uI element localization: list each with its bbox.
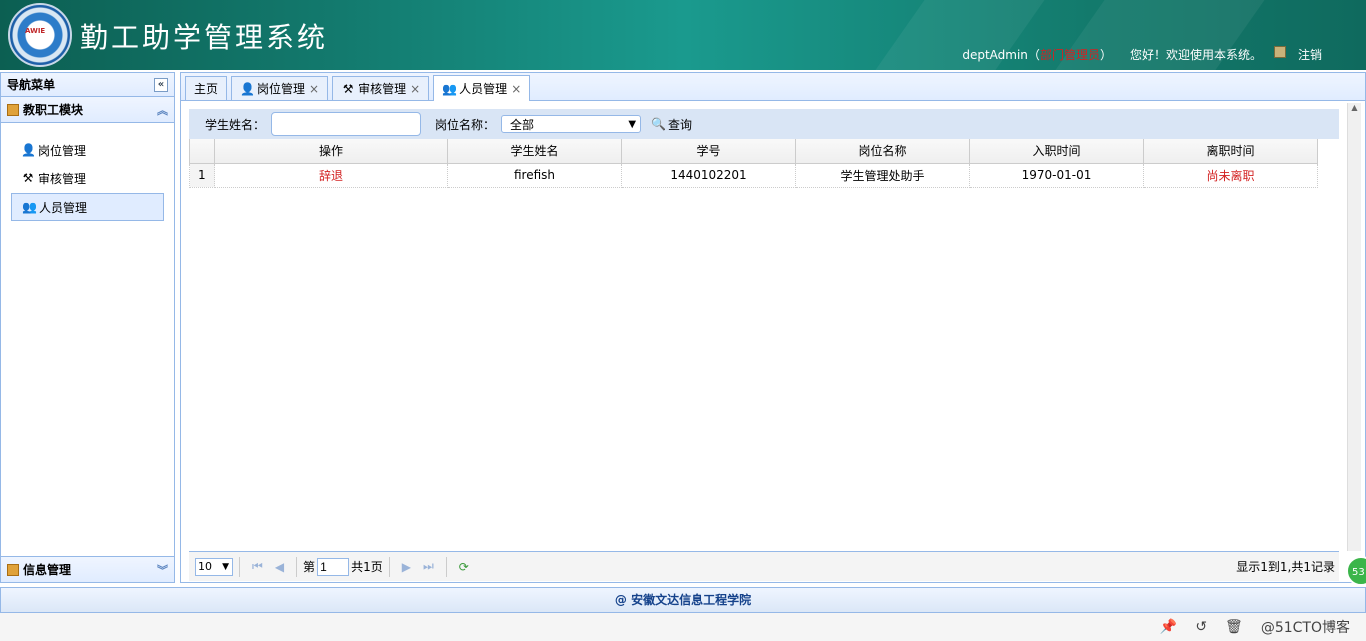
- post-name-select[interactable]: 全部 ▼: [501, 115, 642, 133]
- watermark-text: @51CTO博客: [1260, 620, 1350, 636]
- tab-bar: 主页 👤 岗位管理 × ⚒ 审核管理 × 👥 人员管理 ×: [181, 73, 1365, 101]
- search-bar: 学生姓名： 岗位名称： 全部 ▼ 🔍 查询: [189, 109, 1339, 139]
- student-name-input[interactable]: [271, 112, 422, 136]
- close-icon[interactable]: ×: [410, 82, 420, 96]
- page-total: 共1页: [351, 560, 383, 574]
- rotate-icon[interactable]: ↺: [1195, 619, 1207, 635]
- page-size-value: 10: [198, 560, 212, 573]
- tab-review-management[interactable]: ⚒ 审核管理 ×: [332, 76, 430, 100]
- logo-text: AWIE: [25, 27, 46, 35]
- folder-icon: [7, 103, 19, 116]
- column-header[interactable]: 学号: [621, 139, 796, 164]
- collapse-left-icon[interactable]: «: [154, 77, 168, 92]
- last-page-icon[interactable]: ⏭: [423, 559, 434, 574]
- content-panel: 主页 👤 岗位管理 × ⚒ 审核管理 × 👥 人员管理 × 学生姓名： 岗位名称…: [180, 72, 1366, 583]
- user-icon: 👤: [21, 143, 36, 157]
- nav-panel-header: 导航菜单 «: [1, 73, 174, 97]
- sidebar-item-review-management[interactable]: ⚒ 审核管理: [11, 165, 164, 191]
- section-header-staff[interactable]: 教职工模块 ︽: [1, 97, 174, 123]
- column-header[interactable]: 入职时间: [969, 139, 1144, 164]
- sidebar-item-label: 审核管理: [38, 171, 87, 186]
- staff-table: 操作 学生姓名 学号 岗位名称 入职时间 离职时间 1 辞退 firefish …: [189, 139, 1339, 188]
- student-name-label: 学生姓名：: [205, 117, 266, 132]
- dropdown-arrow-icon: ▼: [222, 561, 229, 572]
- post-select-value: 全部: [510, 117, 535, 132]
- footer: @ 安徽文达信息工程学院: [0, 587, 1366, 613]
- sidebar-item-label: 人员管理: [39, 200, 88, 215]
- first-page-icon[interactable]: ⏮: [252, 559, 263, 574]
- chevron-down-icon[interactable]: ︾: [157, 562, 168, 578]
- scroll-up-icon[interactable]: ▲: [1348, 103, 1361, 117]
- page-prefix: 第: [303, 560, 316, 574]
- users-icon: 👥: [22, 200, 37, 214]
- hammer-icon: ⚒: [22, 171, 34, 185]
- refresh-icon[interactable]: ⟳: [459, 560, 469, 574]
- cell-student-id: 1440102201: [621, 162, 796, 188]
- sidebar-item-staff-management[interactable]: 👥 人员管理: [11, 193, 164, 221]
- nav-menu: 👤 岗位管理 ⚒ 审核管理 👥 人员管理: [1, 123, 174, 221]
- query-button[interactable]: 🔍 查询: [651, 116, 692, 133]
- next-page-icon[interactable]: ▶: [402, 560, 411, 574]
- search-icon: 🔍: [651, 117, 666, 131]
- cell-end-date: 尚未离职: [1143, 162, 1318, 188]
- tab-post-management[interactable]: 👤 岗位管理 ×: [231, 76, 329, 100]
- query-label: 查询: [668, 117, 693, 132]
- column-header[interactable]: 岗位名称: [795, 139, 970, 164]
- user-icon: 👤: [240, 81, 255, 96]
- vertical-scrollbar[interactable]: ▲: [1347, 103, 1361, 551]
- tab-label: 人员管理: [459, 82, 508, 96]
- cell-student-name: firefish: [447, 162, 622, 188]
- dismiss-link[interactable]: 辞退: [214, 162, 448, 188]
- folder-icon: [7, 563, 19, 576]
- hammer-icon: ⚒: [342, 81, 354, 96]
- page-number-input[interactable]: [317, 557, 350, 576]
- prev-page-icon[interactable]: ◀: [275, 560, 284, 574]
- header: AWIE 勤工助学管理系统 deptAdmin （ 部门管理员 ） 您好！欢迎使…: [0, 0, 1366, 70]
- role-close: ）: [1099, 48, 1112, 62]
- column-header[interactable]: 学生姓名: [447, 139, 622, 164]
- post-name-label: 岗位名称：: [435, 117, 496, 132]
- bottom-toolbar: 📌 ↺ 🗑 @51CTO博客: [0, 613, 1366, 641]
- cell-start-date: 1970-01-01: [969, 162, 1144, 188]
- users-icon: 👥: [442, 81, 458, 96]
- table-header: 操作 学生姓名 学号 岗位名称 入职时间 离职时间: [189, 139, 1318, 164]
- role-open: （: [1027, 48, 1040, 62]
- tab-staff-management[interactable]: 👥 人员管理 ×: [433, 75, 531, 101]
- record-info: 显示1到1,共1记录: [1236, 560, 1335, 574]
- section-title: 教职工模块: [23, 103, 84, 117]
- close-icon[interactable]: ×: [511, 82, 521, 96]
- app-title: 勤工助学管理系统: [80, 21, 329, 54]
- trash-icon[interactable]: 🗑: [1225, 619, 1243, 635]
- dropdown-arrow-icon: ▼: [628, 118, 637, 130]
- column-header-index: [189, 139, 215, 164]
- logout-link[interactable]: 注销: [1298, 46, 1322, 63]
- nav-panel: 导航菜单 « 教职工模块 ︽ 👤 岗位管理 ⚒ 审核管理 👥 人员管理 信息管理…: [0, 72, 175, 583]
- chevron-up-icon[interactable]: ︽: [157, 102, 168, 118]
- nav-title: 导航菜单: [7, 78, 56, 92]
- table-row[interactable]: 1 辞退 firefish 1440102201 学生管理处助手 1970-01…: [189, 162, 1318, 188]
- close-icon[interactable]: ×: [309, 82, 319, 96]
- pagination-bar: 10 ▼ ⏮ ◀ 第 共1页 ▶ ⏭ ⟳ 显示1到1,共1记录: [189, 551, 1339, 581]
- tab-label: 岗位管理: [257, 82, 306, 96]
- page-size-select[interactable]: 10 ▼: [195, 557, 233, 576]
- section-title: 信息管理: [23, 563, 72, 577]
- cell-post-name: 学生管理处助手: [795, 162, 970, 188]
- welcome-text: 您好！欢迎使用本系统。: [1129, 48, 1262, 62]
- pin-icon[interactable]: 📌: [1160, 619, 1177, 635]
- user-bar: deptAdmin （ 部门管理员 ） 您好！欢迎使用本系统。 注销: [962, 45, 1322, 63]
- tab-label: 审核管理: [358, 82, 407, 96]
- column-header[interactable]: 操作: [214, 139, 448, 164]
- section-header-info[interactable]: 信息管理 ︾: [1, 556, 174, 582]
- row-number: 1: [189, 162, 215, 188]
- sidebar-item-label: 岗位管理: [38, 143, 87, 158]
- user-role: 部门管理员: [1039, 48, 1100, 62]
- school-logo: [8, 3, 72, 67]
- sidebar-item-post-management[interactable]: 👤 岗位管理: [11, 137, 164, 163]
- username: deptAdmin: [962, 47, 1028, 62]
- logout-icon[interactable]: [1273, 45, 1286, 58]
- column-header[interactable]: 离职时间: [1143, 139, 1318, 164]
- tab-label: 主页: [194, 82, 219, 96]
- tab-home[interactable]: 主页: [185, 76, 228, 100]
